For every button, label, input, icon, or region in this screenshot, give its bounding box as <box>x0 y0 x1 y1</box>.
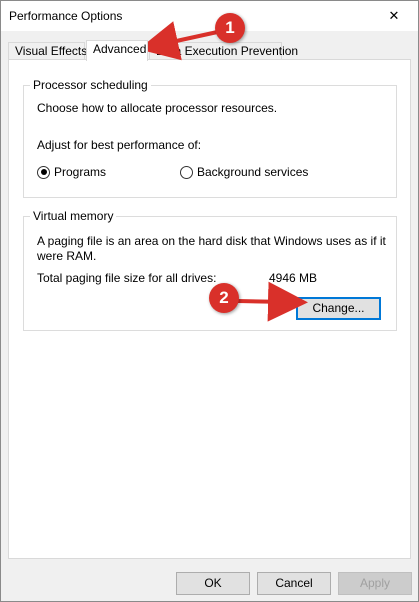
programs-radio[interactable]: Programs <box>37 165 106 179</box>
virtual-memory-description-line2: were RAM. <box>37 249 97 263</box>
window-title: Performance Options <box>9 9 123 23</box>
close-icon: ✕ <box>388 8 400 23</box>
processor-scheduling-group: Processor scheduling Choose how to alloc… <box>23 78 397 198</box>
advanced-tab-panel: Processor scheduling Choose how to alloc… <box>8 59 411 559</box>
ok-button[interactable]: OK <box>176 572 250 595</box>
apply-button: Apply <box>338 572 412 595</box>
programs-label: Programs <box>54 165 107 179</box>
virtual-memory-title: Virtual memory <box>30 209 117 223</box>
tab-advanced[interactable]: Advanced <box>86 40 148 61</box>
processor-scheduling-title: Processor scheduling <box>30 78 151 92</box>
change-button[interactable]: Change... <box>296 297 381 320</box>
annotation-badge-2: 2 <box>209 283 239 313</box>
tab-label: Data Execution Prevention <box>156 44 299 58</box>
virtual-memory-group: Virtual memory A paging file is an area … <box>23 209 397 331</box>
virtual-memory-description-line1: A paging file is an area on the hard dis… <box>37 234 386 248</box>
radio-checked-icon <box>37 165 50 179</box>
background-services-label: Background services <box>197 165 309 179</box>
total-paging-value: 4946 MB <box>269 271 318 285</box>
radio-unchecked-icon <box>180 165 193 179</box>
total-paging-label: Total paging file size for all drives: <box>37 271 217 285</box>
tab-label: Advanced <box>93 42 147 56</box>
title-bar: Performance Options ✕ <box>1 1 418 31</box>
processor-scheduling-description: Choose how to allocate processor resourc… <box>37 101 278 115</box>
tab-label: Visual Effects <box>15 44 88 58</box>
close-button[interactable]: ✕ <box>372 1 416 31</box>
background-services-radio[interactable]: Background services <box>180 165 308 179</box>
adjust-label: Adjust for best performance of: <box>37 138 202 152</box>
cancel-button[interactable]: Cancel <box>257 572 331 595</box>
annotation-badge-1: 1 <box>215 13 245 43</box>
